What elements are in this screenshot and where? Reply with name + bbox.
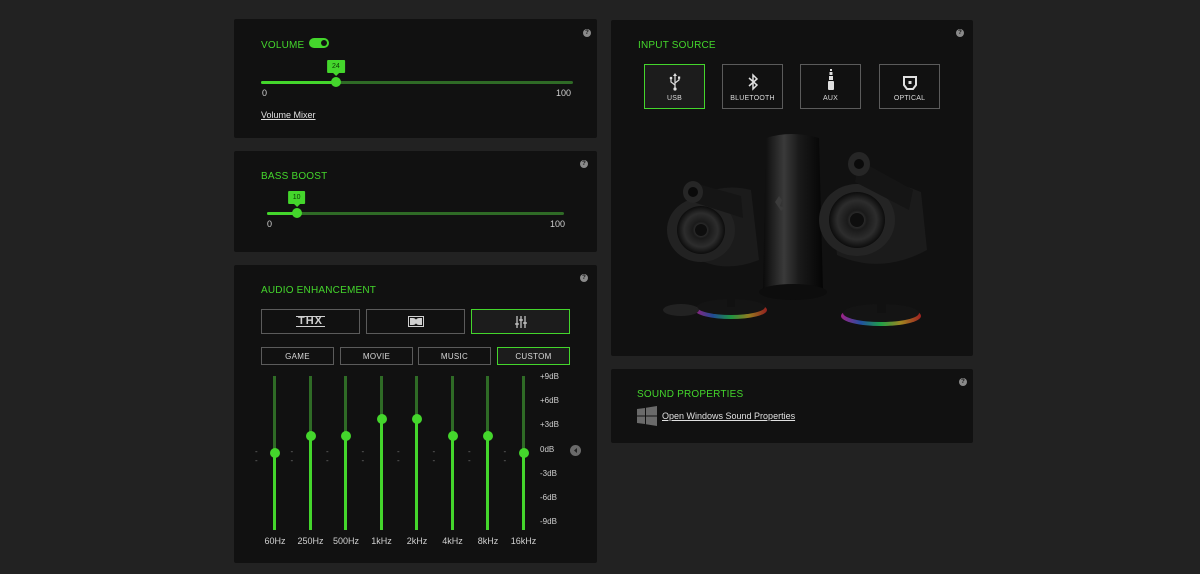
eq-zero-marker: - - (432, 447, 437, 465)
eq-band-fill (344, 435, 347, 530)
db-scale-label: -3dB (540, 468, 557, 478)
volume-slider-thumb[interactable] (330, 77, 341, 87)
eq-band-thumb[interactable] (305, 430, 316, 441)
dolby-button[interactable] (366, 309, 465, 334)
toggle-knob (321, 40, 327, 46)
source-optical-button[interactable]: OPTICAL (879, 64, 940, 109)
reset-icon (574, 448, 577, 453)
audio-enhancement-title: AUDIO ENHANCEMENT (261, 285, 377, 296)
speaker-system-image (663, 134, 927, 326)
db-scale-label: +3dB (540, 420, 559, 430)
thx-logo: THX (296, 315, 325, 327)
sound-properties-panel: SOUND PROPERTIES ? Open Windows Sound Pr… (611, 369, 973, 443)
db-scale-label: -9dB (540, 517, 557, 527)
eq-band-fill (273, 453, 276, 530)
volume-min-label: 0 (262, 88, 268, 98)
eq-band-8khz[interactable]: - -8kHz (468, 366, 506, 546)
db-scale-label: 0dB (540, 444, 555, 454)
eq-zero-marker: - - (397, 447, 401, 465)
volume-mixer-link[interactable]: Volume Mixer (261, 110, 316, 120)
volume-toggle[interactable] (309, 38, 329, 48)
db-scale-label: +6dB (540, 396, 559, 406)
eq-zero-marker: - - (361, 447, 366, 465)
db-scale-label: -6dB (540, 493, 557, 502)
source-usb-label: USB (667, 95, 682, 102)
bass-boost-title: BASS BOOST (261, 171, 328, 182)
preset-custom-button[interactable]: CUSTOM (497, 347, 570, 365)
bass-boost-min-label: 0 (267, 219, 273, 229)
open-windows-sound-properties-link[interactable]: Open Windows Sound Properties (662, 411, 795, 421)
db-scale: +9dB +6dB +3dB 0dB -3dB -6dB -9dB (540, 366, 580, 551)
source-usb-button[interactable]: USB (644, 64, 705, 109)
audio-enhancement-panel: AUDIO ENHANCEMENT ? THX GAME MOVIE MUSIC… (234, 265, 597, 563)
eq-band-2khz[interactable]: - -2kHz (397, 366, 435, 546)
eq-band-fill (521, 453, 525, 530)
eq-band-thumb[interactable] (412, 413, 422, 424)
input-source-title: INPUT SOURCE (638, 40, 716, 51)
preset-game-button[interactable]: GAME (261, 347, 334, 365)
source-bluetooth-button[interactable]: BLUETOOTH (722, 64, 783, 109)
eq-zero-marker: - - (468, 447, 472, 465)
bass-boost-value-badge: 10 (287, 191, 306, 207)
help-icon[interactable]: ? (583, 29, 591, 37)
eq-band-fill (308, 435, 312, 530)
eq-zero-marker: - - (326, 447, 330, 465)
eq-band-fill (379, 418, 383, 530)
aux-jack-icon (827, 69, 834, 90)
eq-zero-marker: - - (255, 447, 259, 465)
equalizer-sliders-icon (514, 315, 527, 328)
eq-zero-marker: - - (290, 447, 295, 465)
volume-panel: VOLUME ? 24 0 100 Volume Mixer (234, 19, 597, 138)
eq-zero-marker: - - (503, 447, 508, 465)
equalizer-button[interactable] (471, 309, 570, 334)
volume-title: VOLUME (261, 40, 305, 51)
eq-band-1khz[interactable]: - -1kHz (361, 366, 400, 546)
eq-band-500hz[interactable]: - -500Hz (326, 366, 364, 546)
eq-band-4khz[interactable]: - -4kHz (432, 366, 471, 546)
eq-band-thumb[interactable] (376, 413, 387, 424)
eq-band-60hz[interactable]: - -60Hz (255, 366, 293, 546)
bass-boost-slider-thumb[interactable] (291, 208, 302, 218)
thx-button[interactable]: THX (261, 309, 360, 334)
eq-band-thumb[interactable] (447, 430, 458, 441)
volume-value-badge: 24 (326, 60, 345, 76)
bluetooth-icon (748, 73, 758, 91)
help-icon[interactable]: ? (580, 160, 588, 168)
volume-slider-fill (261, 81, 336, 84)
input-source-panel: INPUT SOURCE ? USB BLUETOOTH AUX OPTICAL (611, 20, 973, 356)
bass-boost-max-label: 100 (550, 219, 566, 229)
optical-icon (902, 76, 917, 90)
eq-band-thumb[interactable] (270, 448, 280, 458)
db-scale-label: +9dB (540, 372, 559, 381)
help-icon[interactable]: ? (956, 29, 964, 37)
eq-band-thumb[interactable] (341, 430, 351, 441)
volume-slider[interactable]: 24 (261, 60, 573, 87)
equalizer: - -60Hz - -250Hz - -500Hz - -1kHz - -2kHz - -… (255, 366, 577, 551)
source-bluetooth-label: BLUETOOTH (730, 95, 775, 102)
bass-boost-slider[interactable]: 10 (267, 191, 564, 218)
eq-band-fill (415, 418, 418, 530)
eq-band-thumb[interactable] (518, 448, 529, 458)
eq-band-16khz[interactable]: - -16kHz (503, 366, 542, 546)
volume-max-label: 100 (556, 88, 572, 98)
preset-music-button[interactable]: MUSIC (418, 347, 491, 365)
windows-logo-icon (637, 406, 657, 426)
usb-icon (669, 73, 680, 91)
bass-boost-panel: BASS BOOST ? 10 0 100 (234, 151, 597, 252)
eq-band-fill (486, 435, 489, 530)
eq-band-thumb[interactable] (483, 430, 493, 441)
preset-movie-button[interactable]: MOVIE (340, 347, 413, 365)
enhancement-mode-group: THX (261, 309, 570, 334)
help-icon[interactable]: ? (959, 378, 967, 386)
help-icon[interactable]: ? (580, 274, 588, 282)
source-aux-label: AUX (823, 95, 838, 102)
sound-properties-title: SOUND PROPERTIES (637, 389, 744, 400)
eq-band-fill (450, 435, 454, 530)
dolby-icon (407, 316, 424, 327)
source-optical-label: OPTICAL (893, 95, 926, 102)
eq-reset-button[interactable] (570, 445, 581, 456)
source-aux-button[interactable]: AUX (800, 64, 861, 109)
eq-band-250hz[interactable]: - -250Hz (290, 366, 329, 546)
